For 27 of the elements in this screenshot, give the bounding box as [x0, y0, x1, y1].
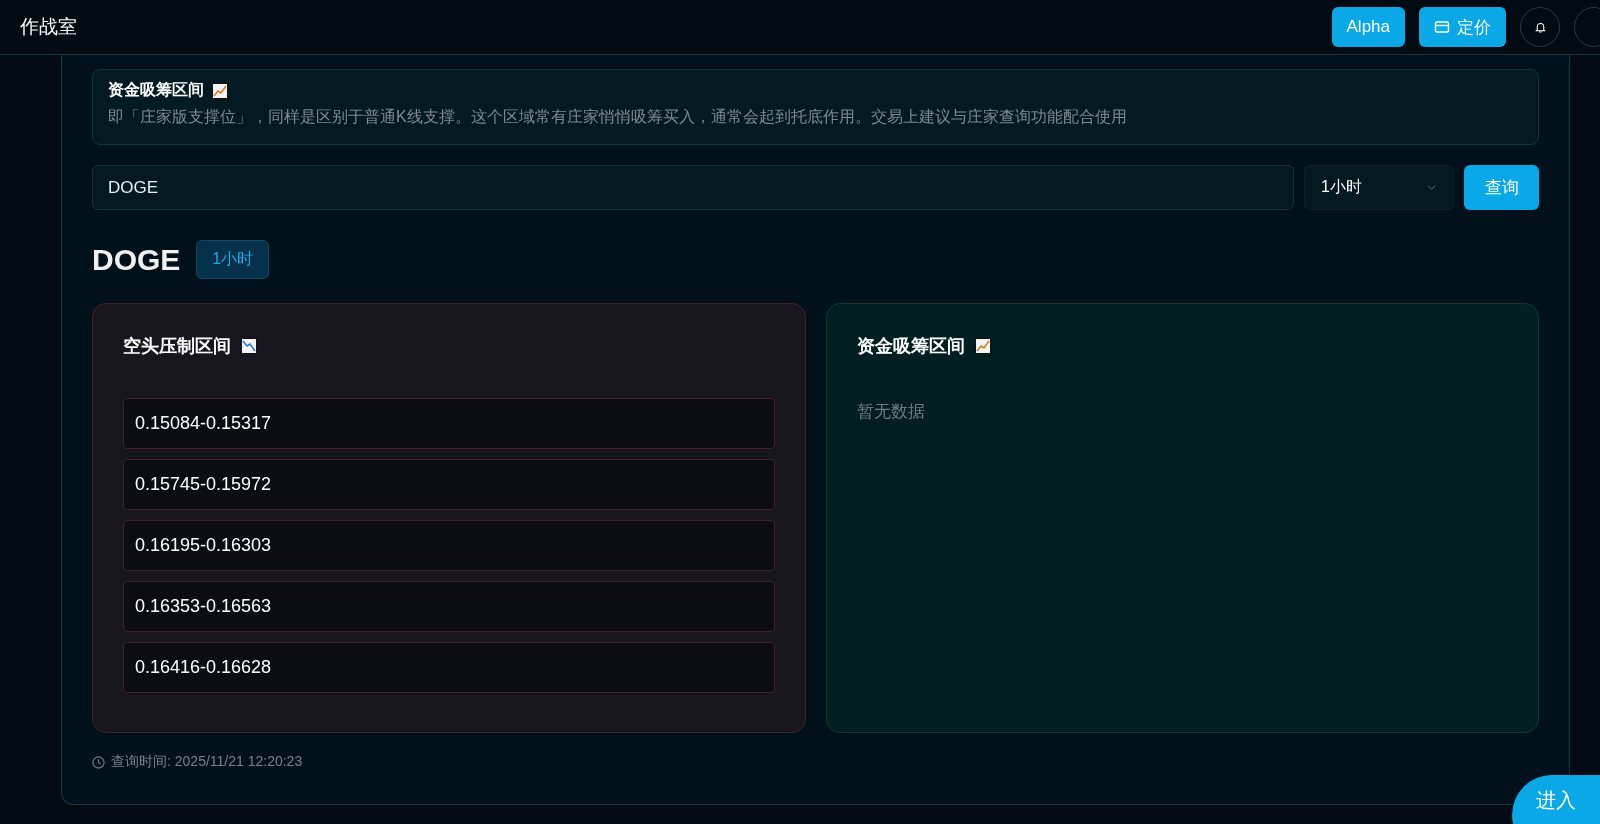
pricing-button[interactable]: 定价	[1419, 7, 1506, 47]
bell-icon	[1533, 20, 1547, 34]
info-description: 即「庄家版支撑位」，同样是区别于普通K线支撑。这个区域常有庄家悄悄吸筹买入，通常会起到托底作用。交易上建议与庄家查询功能配合使用	[108, 107, 1128, 127]
chevron-down-icon	[1426, 182, 1437, 193]
chart-up-icon	[212, 82, 228, 99]
empty-message: 暂无数据	[856, 401, 926, 423]
card-title: 资金吸筹区间	[856, 335, 965, 358]
floating-button[interactable]: 进入	[1512, 775, 1600, 824]
page-title: 作战室	[20, 15, 77, 39]
symbol-heading: DOGE	[92, 242, 181, 277]
info-title: 资金吸筹区间	[108, 80, 204, 100]
query-button[interactable]: 查询	[1464, 165, 1539, 210]
chart-up-icon	[974, 338, 991, 354]
price-range: 0.15084-0.15317	[123, 398, 775, 449]
alpha-button[interactable]: Alpha	[1331, 7, 1405, 47]
symbol-input[interactable]: DOGE	[92, 165, 1294, 210]
price-range: 0.16416-0.16628	[123, 642, 775, 693]
clock-icon	[92, 755, 105, 769]
price-range: 0.15745-0.15972	[123, 459, 775, 510]
query-time: 查询时间: 2025/11/21 12:20:23	[111, 753, 303, 771]
card-title: 空头压制区间	[123, 335, 231, 358]
price-range: 0.16353-0.16563	[123, 581, 775, 632]
price-range: 0.16195-0.16303	[123, 520, 775, 571]
interval-select[interactable]: 1小时	[1304, 165, 1454, 210]
interval-tag: 1小时	[196, 240, 270, 279]
chart-down-icon	[241, 338, 257, 354]
card-icon	[1434, 19, 1450, 35]
